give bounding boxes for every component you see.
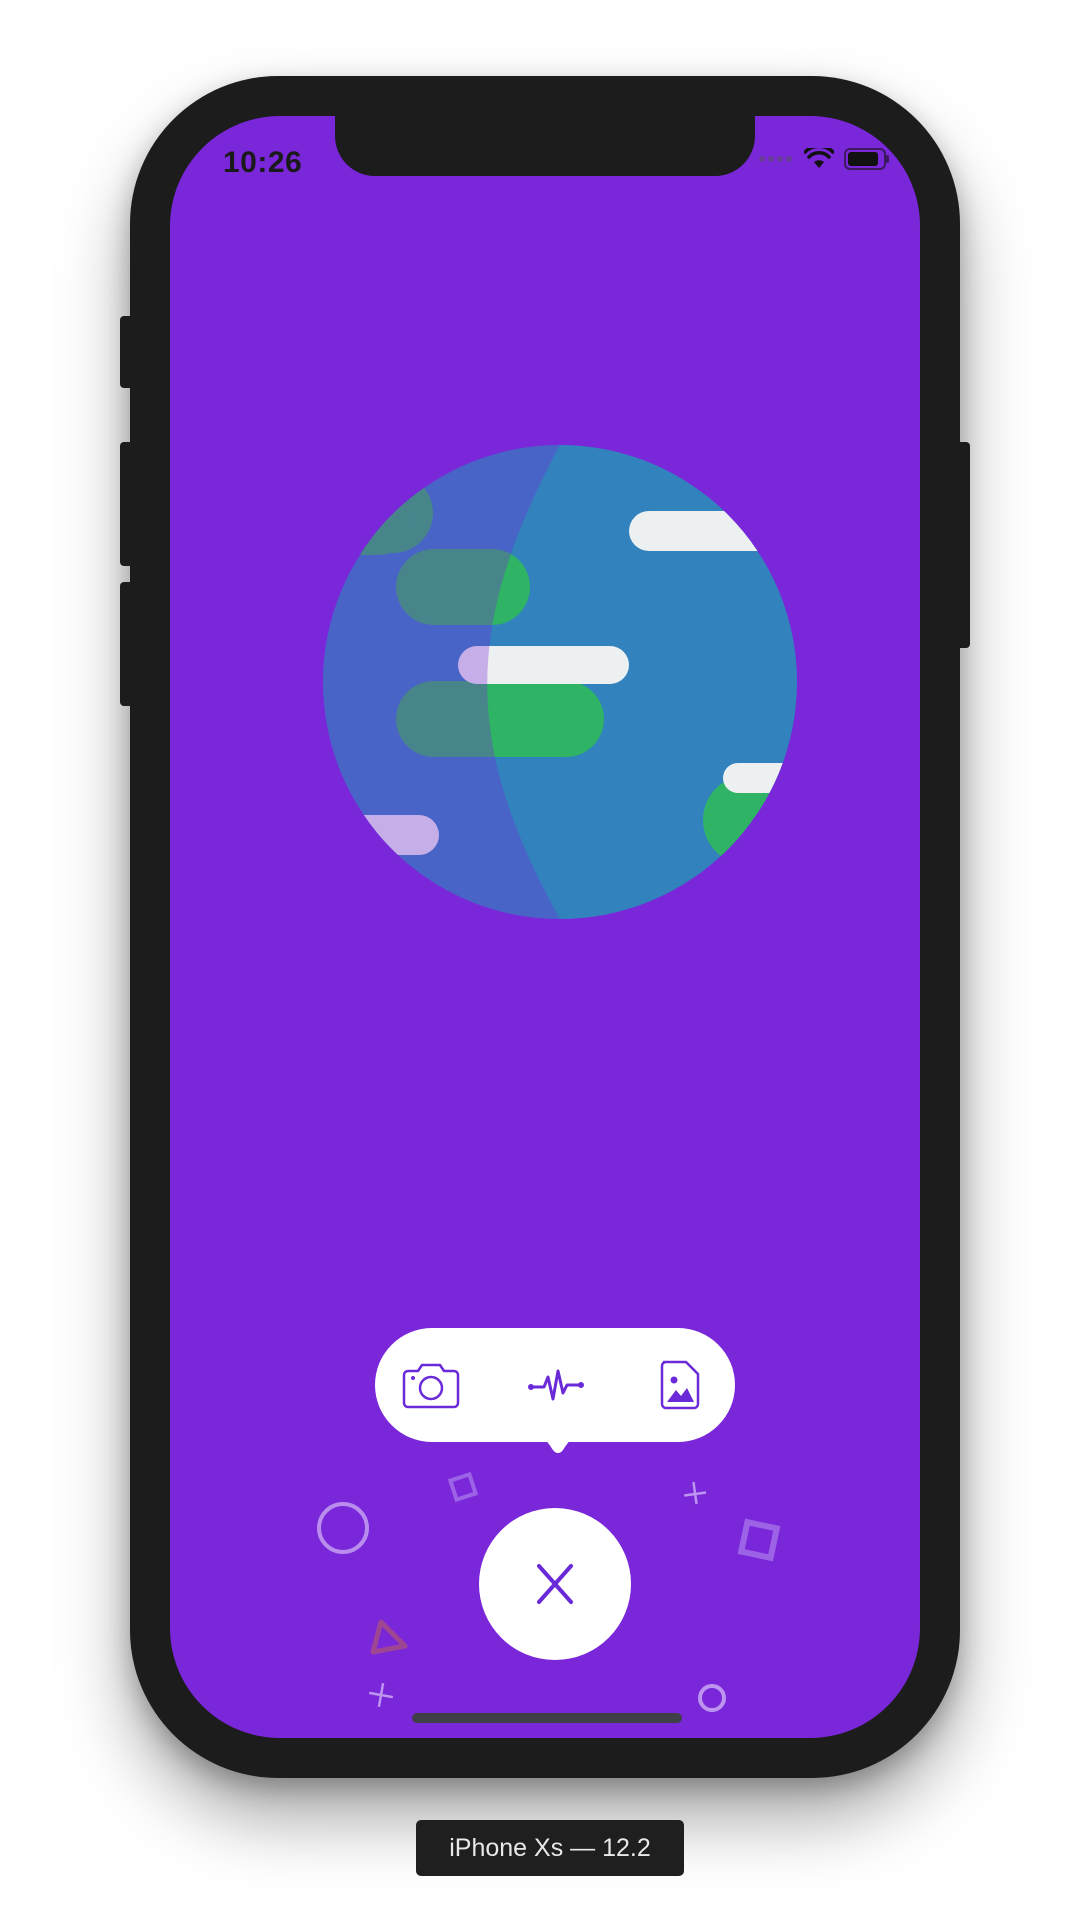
cloud bbox=[723, 763, 797, 793]
status-time: 10:26 bbox=[223, 146, 303, 179]
home-indicator[interactable] bbox=[412, 1713, 682, 1723]
volume-up-button bbox=[120, 442, 134, 566]
confetti-square bbox=[737, 1518, 781, 1562]
volume-down-button bbox=[120, 582, 134, 706]
image-file-button[interactable] bbox=[647, 1352, 713, 1418]
cloud bbox=[629, 511, 797, 551]
ringer-switch bbox=[120, 316, 134, 388]
close-fab-button[interactable] bbox=[479, 1508, 631, 1660]
confetti-plus bbox=[368, 1682, 394, 1708]
simulator-device-label: iPhone Xs — 12.2 bbox=[416, 1820, 684, 1876]
power-button bbox=[956, 442, 970, 648]
notch bbox=[335, 116, 755, 176]
camera-icon bbox=[402, 1363, 460, 1409]
confetti-triangle bbox=[370, 1619, 408, 1655]
app-screen: 10:26 bbox=[170, 116, 920, 1738]
image-file-icon bbox=[660, 1360, 700, 1410]
confetti-plus bbox=[684, 1481, 707, 1505]
signal-dots-icon bbox=[759, 156, 792, 162]
confetti-square bbox=[447, 1471, 479, 1503]
globe-illustration bbox=[323, 445, 797, 919]
activity-button[interactable] bbox=[523, 1352, 589, 1418]
camera-button[interactable] bbox=[398, 1352, 464, 1418]
activity-waveform-icon bbox=[528, 1369, 584, 1401]
close-icon bbox=[537, 1564, 573, 1604]
action-menu-pointer bbox=[533, 1434, 583, 1453]
iphone-frame: 10:26 bbox=[120, 76, 970, 1778]
confetti-circle bbox=[317, 1502, 369, 1554]
wifi-icon bbox=[804, 148, 834, 168]
confetti-circle bbox=[698, 1684, 726, 1712]
status-icons bbox=[758, 148, 890, 170]
battery-icon bbox=[844, 148, 889, 170]
